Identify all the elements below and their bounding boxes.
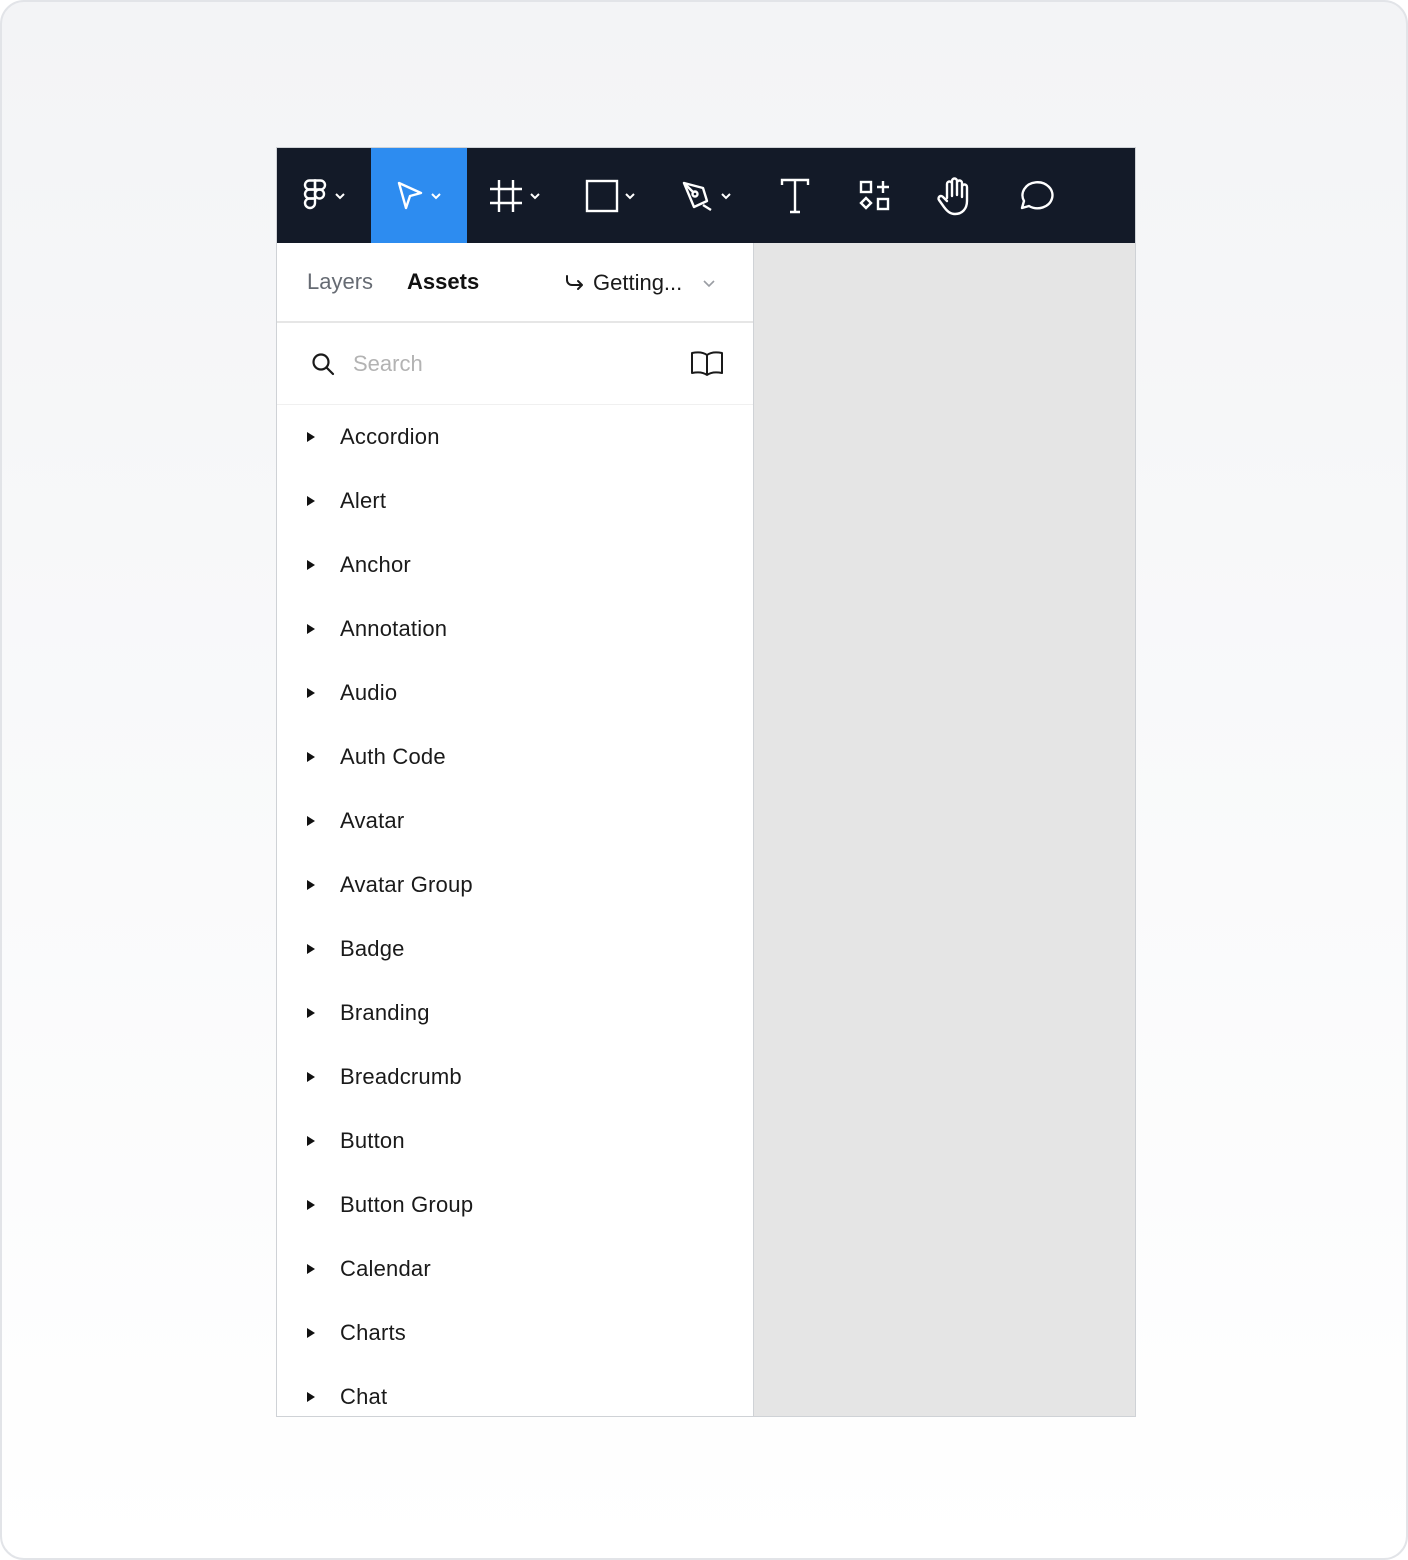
list-item-label: Charts [340,1320,406,1345]
list-item-label: Accordion [340,424,440,449]
resources-icon [859,180,890,210]
caret-right-icon[interactable] [307,1264,315,1274]
text-tool-button[interactable] [755,148,835,243]
list-item[interactable]: Chat [277,1365,753,1416]
list-item-label: Avatar Group [340,872,473,897]
list-item[interactable]: Anchor [277,533,753,597]
caret-right-icon[interactable] [307,624,315,634]
list-item[interactable]: Button [277,1109,753,1173]
hand-icon [937,176,969,215]
search-input[interactable]: Search [353,351,423,377]
comment-icon [1020,180,1054,209]
chevron-down-icon [721,192,731,199]
search-icon [312,352,335,375]
list-item-label: Anchor [340,552,411,577]
move-tool-button[interactable] [371,148,467,243]
list-item-label: Auth Code [340,744,446,769]
library-book-icon[interactable] [689,349,725,377]
toolbar [277,148,1135,243]
caret-right-icon[interactable] [307,1328,315,1338]
search-bar[interactable]: Search [277,323,753,405]
caret-right-icon[interactable] [307,752,315,762]
list-item[interactable]: Charts [277,1301,753,1365]
shape-tool-button[interactable] [563,148,659,243]
caret-right-icon[interactable] [307,1136,315,1146]
caret-right-icon[interactable] [307,560,315,570]
caret-right-icon[interactable] [307,688,315,698]
list-item[interactable]: Breadcrumb [277,1045,753,1109]
tab-assets[interactable]: Assets [407,269,479,295]
list-item[interactable]: Audio [277,661,753,725]
figma-logo-icon [303,178,327,209]
rectangle-icon [585,179,619,212]
panel-tabs: Layers Assets Getting... [277,243,753,323]
frame-icon [490,179,522,212]
chevron-down-icon [335,192,345,199]
main-menu-button[interactable] [277,148,371,243]
list-item-label: Branding [340,1000,430,1025]
caret-right-icon[interactable] [307,816,315,826]
list-item-label: Button [340,1128,405,1153]
caret-right-icon[interactable] [307,432,315,442]
comment-tool-button[interactable] [995,148,1075,243]
list-item-label: Avatar [340,808,405,833]
list-item[interactable]: Branding [277,981,753,1045]
list-item[interactable]: Avatar [277,789,753,853]
list-item-label: Button Group [340,1192,474,1217]
list-item[interactable]: Calendar [277,1237,753,1301]
list-item-label: Audio [340,680,398,705]
list-item-label: Badge [340,936,405,961]
list-item[interactable]: Avatar Group [277,853,753,917]
editor-window: Layers Assets Getting... Search Accordio… [276,147,1136,1417]
list-item[interactable]: Badge [277,917,753,981]
list-item-label: Annotation [340,616,448,641]
asset-list: Accordion Alert Anchor Annotation Audio … [277,405,753,1416]
caret-right-icon[interactable] [307,944,315,954]
caret-right-icon[interactable] [307,1392,315,1402]
page-selector[interactable]: Getting... [563,243,716,323]
list-item[interactable]: Accordion [277,405,753,469]
list-item[interactable]: Alert [277,469,753,533]
list-item-label: Chat [340,1384,388,1409]
chevron-down-icon [431,192,441,199]
list-item[interactable]: Auth Code [277,725,753,789]
redirect-arrow-icon [566,275,583,290]
list-item[interactable]: Annotation [277,597,753,661]
move-cursor-icon [397,181,423,209]
page-selector-label: Getting... [593,270,683,295]
list-item-label: Breadcrumb [340,1064,462,1089]
frame-tool-button[interactable] [467,148,563,243]
page-frame: Layers Assets Getting... Search Accordio… [0,0,1408,1560]
chevron-down-icon [530,192,540,199]
list-item-label: Alert [340,488,387,513]
caret-right-icon[interactable] [307,880,315,890]
caret-right-icon[interactable] [307,496,315,506]
hand-tool-button[interactable] [915,148,995,243]
caret-right-icon[interactable] [307,1008,315,1018]
resources-button[interactable] [835,148,915,243]
text-icon [780,178,810,213]
list-item[interactable]: Button Group [277,1173,753,1237]
chevron-down-icon [625,192,635,199]
caret-right-icon[interactable] [307,1072,315,1082]
pen-tool-button[interactable] [659,148,755,243]
caret-right-icon[interactable] [307,1200,315,1210]
pen-icon [682,181,712,211]
list-item-label: Calendar [340,1256,431,1281]
canvas-area[interactable] [755,243,1135,1416]
assets-panel: Layers Assets Getting... Search Accordio… [277,243,754,1416]
tab-layers[interactable]: Layers [307,269,373,295]
chevron-down-icon [703,280,715,288]
